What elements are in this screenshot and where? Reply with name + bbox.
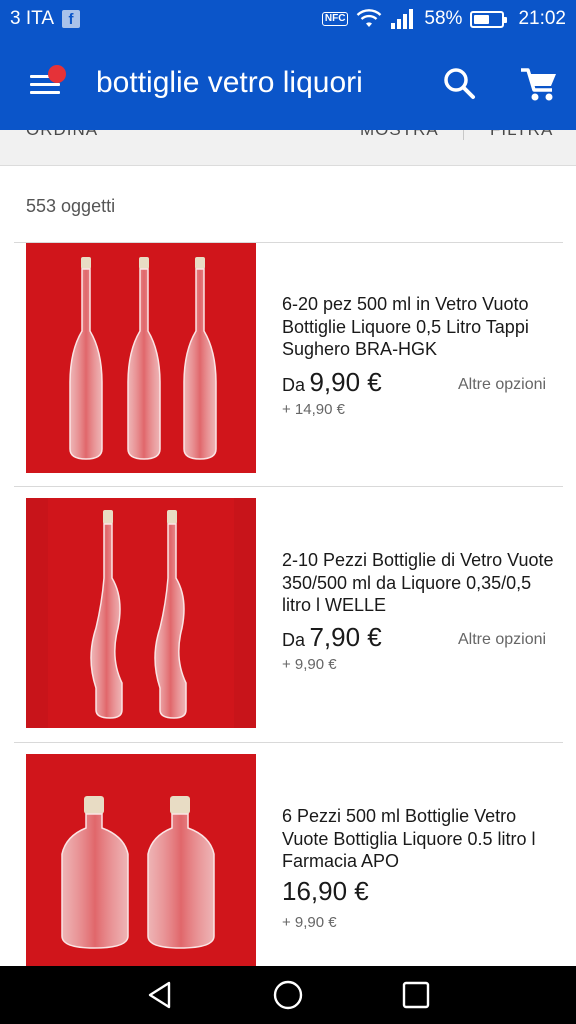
battery-percent: 58% (424, 8, 463, 29)
listing-title[interactable]: 6-20 pez 500 ml in Vetro Vuoto Bottiglie… (282, 293, 562, 361)
filter-bar: ORDINA MOSTRA FILTRA (0, 130, 576, 166)
price: 9,90 € (309, 367, 382, 397)
notification-dot (48, 65, 66, 83)
two-flask-glass-bottles-image[interactable] (26, 754, 256, 984)
carrier-label: 3 ITA (10, 8, 54, 29)
three-tall-glass-bottles-image[interactable] (26, 243, 256, 473)
search-button[interactable] (440, 64, 480, 104)
shipping-cost: + 9,90 € (282, 656, 337, 673)
home-circle-icon[interactable] (272, 979, 304, 1011)
listing-item[interactable]: 6-20 pez 500 ml in Vetro Vuoto Bottiglie… (0, 243, 576, 473)
view-button[interactable]: MOSTRA (360, 130, 439, 140)
price-row: Da 9,90 € (282, 367, 382, 398)
recents-square-icon[interactable] (401, 980, 431, 1010)
clock: 21:02 (518, 8, 566, 29)
divider (14, 742, 563, 743)
nfc-icon: NFC (321, 12, 349, 26)
price-prefix: Da (282, 375, 306, 395)
refine-button[interactable]: FILTRA (490, 130, 553, 140)
app-screen: 3 ITA f NFC 58% 21:02 bottiglie vetro li… (0, 0, 576, 1024)
price: 16,90 € (282, 876, 369, 906)
bottle-thumbnail-graphic (69, 257, 217, 460)
status-bar: 3 ITA f NFC 58% 21:02 (0, 0, 576, 38)
hamburger-menu-icon-bar (30, 83, 60, 86)
results-count: 553 oggetti (26, 196, 116, 216)
divider (14, 486, 563, 487)
wifi-icon (357, 9, 382, 27)
sort-button[interactable]: ORDINA (26, 130, 98, 140)
back-triangle-icon[interactable] (145, 980, 175, 1010)
more-options-label: Altre opzioni (458, 631, 547, 648)
bottle-thumbnail-graphic (61, 796, 215, 949)
cart-icon (521, 68, 556, 101)
listing-item[interactable]: 2-10 Pezzi Bottiglie di Vetro Vuote 350/… (0, 498, 576, 728)
app-bar: bottiglie vetro liquori (0, 38, 576, 130)
facebook-icon: f (62, 10, 80, 28)
cart-button[interactable] (518, 64, 560, 104)
signal-icon (391, 9, 414, 29)
search-query-title[interactable]: bottiglie vetro liquori (96, 66, 363, 100)
price-row: Da 7,90 € (282, 622, 382, 653)
menu-button[interactable] (22, 60, 72, 110)
price-prefix: Da (282, 630, 306, 650)
listing-title[interactable]: 6 Pezzi 500 ml Bottiglie Vetro Vuote Bot… (282, 805, 562, 873)
battery-icon (470, 10, 508, 28)
system-nav-bar (0, 966, 576, 1024)
listing-item[interactable]: 6 Pezzi 500 ml Bottiglie Vetro Vuote Bot… (0, 754, 576, 984)
price-row: 16,90 € (282, 876, 369, 907)
two-wavy-glass-bottles-image[interactable] (26, 498, 256, 728)
filter-divider (463, 130, 464, 140)
bottle-thumbnail-graphic (26, 498, 256, 728)
price: 7,90 € (309, 622, 382, 652)
search-icon (444, 68, 475, 99)
listing-title[interactable]: 2-10 Pezzi Bottiglie di Vetro Vuote 350/… (282, 549, 562, 617)
shipping-cost: + 14,90 € (282, 401, 345, 418)
shipping-cost: + 9,90 € (282, 914, 337, 931)
hamburger-menu-icon-bar (30, 91, 60, 94)
more-options-label: Altre opzioni (458, 376, 547, 393)
